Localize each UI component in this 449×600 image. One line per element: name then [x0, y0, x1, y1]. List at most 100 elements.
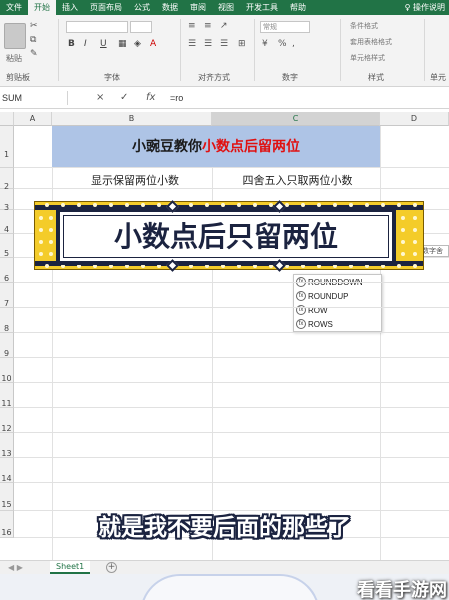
tab-insert[interactable]: 插入 — [56, 0, 84, 15]
tab-help[interactable]: 帮助 — [284, 0, 312, 15]
row-header[interactable]: 9 — [0, 333, 14, 358]
select-all-corner[interactable] — [0, 112, 14, 126]
gridline — [14, 432, 449, 433]
tab-review[interactable]: 审阅 — [184, 0, 212, 15]
group-styles-label: 样式 — [368, 73, 384, 82]
align-right-icon[interactable]: ☰ — [220, 39, 228, 49]
gridline — [14, 357, 449, 358]
row-header[interactable]: 1 — [0, 126, 14, 168]
number-format-select[interactable]: 常规 — [260, 21, 310, 33]
bold-button[interactable]: B — [68, 39, 75, 49]
tab-page-layout[interactable]: 页面布局 — [84, 0, 128, 15]
orientation-icon[interactable]: ↗ — [220, 21, 228, 31]
sheet-nav-arrows-icon[interactable]: ◀ ▶ — [8, 561, 23, 574]
light-bulb-icon — [401, 228, 405, 232]
light-bulb-icon — [401, 240, 405, 244]
percent-icon[interactable]: % — [278, 39, 287, 49]
light-bulb-icon — [237, 203, 241, 207]
conditional-formatting-button[interactable]: 条件格式 — [350, 21, 378, 31]
align-top-icon[interactable]: ≡ — [188, 21, 196, 31]
row-header[interactable]: 8 — [0, 308, 14, 333]
cell-styles-button[interactable]: 单元格样式 — [350, 53, 385, 63]
underline-button[interactable]: U — [100, 39, 107, 49]
autocomplete-item-roundup[interactable]: fx ROUNDUP — [294, 289, 381, 303]
insert-function-button[interactable]: fx — [146, 91, 155, 105]
currency-icon[interactable]: ¥ — [262, 39, 268, 49]
channel-logo — [140, 574, 320, 600]
paste-icon[interactable] — [4, 23, 26, 49]
light-bulb-icon — [39, 228, 43, 232]
column-header-d[interactable]: D — [380, 112, 449, 126]
row-header[interactable]: 3 — [0, 189, 14, 212]
row-header[interactable]: 15 — [0, 483, 14, 511]
font-name-select[interactable] — [66, 21, 128, 33]
light-bulb-icon — [109, 203, 113, 207]
row-header[interactable]: 6 — [0, 258, 14, 283]
row-header[interactable]: 5 — [0, 234, 14, 258]
cell-b2[interactable]: 显示保留两位小数 — [60, 172, 210, 188]
spreadsheet-grid[interactable]: A B C D 1 2 3 4 5 6 7 8 9 10 11 12 13 14 15 16 小豌豆教你小数点… — [0, 112, 449, 560]
column-header-b[interactable]: B — [52, 112, 212, 126]
tab-developer[interactable]: 开发工具 — [240, 0, 284, 15]
tell-me-label: 操作说明 — [413, 3, 445, 12]
formula-bar: SUM × ✓ fx =ro — [0, 87, 449, 109]
light-bulb-icon — [205, 203, 209, 207]
light-bulb-icon — [61, 203, 65, 207]
title-prefix: 小豌豆教你 — [132, 139, 202, 155]
light-bulb-icon — [401, 252, 405, 256]
light-bulb-icon — [39, 240, 43, 244]
cell-c2[interactable]: 四舍五入只取两位小数 — [215, 172, 380, 188]
autocomplete-item-row[interactable]: fx ROW — [294, 303, 381, 317]
formula-input[interactable]: =ro — [170, 91, 183, 105]
merge-center-icon[interactable]: ⊞ — [238, 39, 246, 49]
row-header[interactable]: 4 — [0, 210, 14, 234]
column-header-c[interactable]: C — [212, 112, 380, 126]
site-watermark: 看看手游网 — [357, 580, 447, 600]
format-painter-icon[interactable]: ✎ — [30, 49, 38, 59]
group-font-label: 字体 — [104, 73, 120, 82]
tab-file[interactable]: 文件 — [0, 0, 28, 15]
gridline — [14, 167, 449, 168]
font-size-select[interactable] — [130, 21, 152, 33]
fill-color-icon[interactable]: ◈ — [134, 39, 141, 49]
name-box[interactable]: SUM — [0, 91, 68, 105]
ribbon-divider — [340, 19, 341, 81]
tab-data[interactable]: 数据 — [156, 0, 184, 15]
row-header[interactable]: 10 — [0, 358, 14, 383]
tab-view[interactable]: 视图 — [212, 0, 240, 15]
tab-formulas[interactable]: 公式 — [128, 0, 156, 15]
gridline — [14, 188, 449, 189]
row-header[interactable]: 12 — [0, 408, 14, 433]
italic-button[interactable]: I — [84, 39, 87, 49]
row-header[interactable]: 11 — [0, 383, 14, 408]
ribbon-home: 粘贴 ✂ ⧉ ✎ 剪贴板 B I U ▦ ◈ A 字体 ≡ ≡ ↗ ☰ ☰ ☰ … — [0, 15, 449, 87]
tell-me-search[interactable]: ♀ 操作说明 — [405, 2, 449, 13]
copy-icon[interactable]: ⧉ — [30, 35, 36, 45]
row-header[interactable]: 2 — [0, 168, 14, 191]
row-header[interactable]: 7 — [0, 283, 14, 308]
light-bulb-icon — [397, 264, 401, 268]
cell-b1-title[interactable]: 小豌豆教你小数点后留两位 — [52, 126, 380, 168]
comma-icon[interactable]: , — [292, 39, 295, 49]
row-header[interactable]: 13 — [0, 433, 14, 458]
font-color-icon[interactable]: A — [150, 39, 156, 49]
cut-icon[interactable]: ✂ — [30, 21, 38, 31]
ribbon-divider — [424, 19, 425, 81]
tab-home[interactable]: 开始 — [28, 0, 56, 15]
gridline — [14, 307, 449, 308]
align-middle-icon[interactable]: ≡ — [204, 21, 212, 31]
bottom-overlay: 看看手游网 — [0, 574, 449, 600]
sheet-tab-sheet1[interactable]: Sheet1 — [50, 561, 91, 574]
align-left-icon[interactable]: ☰ — [188, 39, 196, 49]
format-as-table-button[interactable]: 套用表格格式 — [350, 37, 392, 47]
column-header-a[interactable]: A — [14, 112, 52, 126]
align-center-icon[interactable]: ☰ — [204, 39, 212, 49]
autocomplete-item-rows[interactable]: fx ROWS — [294, 317, 381, 331]
add-sheet-icon[interactable]: + — [106, 562, 117, 573]
light-bulb-icon — [413, 228, 417, 232]
row-header[interactable]: 14 — [0, 458, 14, 483]
enter-icon[interactable]: ✓ — [120, 91, 128, 105]
excel-screen: 文件 开始 插入 页面布局 公式 数据 审阅 视图 开发工具 帮助 ♀ 操作说明… — [0, 0, 449, 600]
cancel-icon[interactable]: × — [96, 91, 104, 105]
borders-icon[interactable]: ▦ — [118, 39, 127, 49]
